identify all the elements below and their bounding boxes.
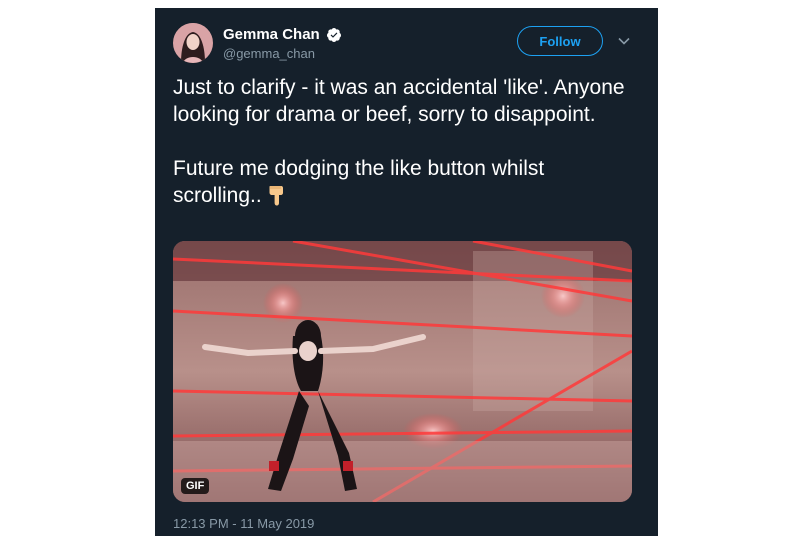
- name-row: Gemma Chan: [223, 26, 342, 43]
- chevron-down-icon[interactable]: [617, 34, 631, 48]
- follow-button[interactable]: Follow: [517, 26, 603, 56]
- tweet-timestamp[interactable]: 12:13 PM - 11 May 2019: [173, 516, 314, 531]
- tweet-text: Just to clarify - it was an accidental '…: [173, 74, 633, 209]
- tweet-paragraph-2-text: Future me dodging the like button whilst…: [173, 157, 545, 207]
- tweet-paragraph-1: Just to clarify - it was an accidental '…: [173, 76, 625, 126]
- avatar-portrait: [173, 23, 213, 63]
- user-handle[interactable]: @gemma_chan: [223, 46, 315, 61]
- gif-frame-dancer-lasers: [173, 241, 632, 502]
- pointing-down-icon: [269, 186, 283, 206]
- gif-media[interactable]: GIF: [173, 241, 632, 502]
- gif-badge: GIF: [181, 478, 210, 494]
- avatar[interactable]: [173, 23, 213, 63]
- verified-badge-icon: [326, 27, 341, 42]
- tweet-card: Gemma Chan @gemma_chan Follow Just to cl…: [155, 8, 658, 536]
- tweet-paragraph-2: Future me dodging the like button whilst…: [173, 155, 633, 209]
- display-name[interactable]: Gemma Chan: [223, 26, 320, 43]
